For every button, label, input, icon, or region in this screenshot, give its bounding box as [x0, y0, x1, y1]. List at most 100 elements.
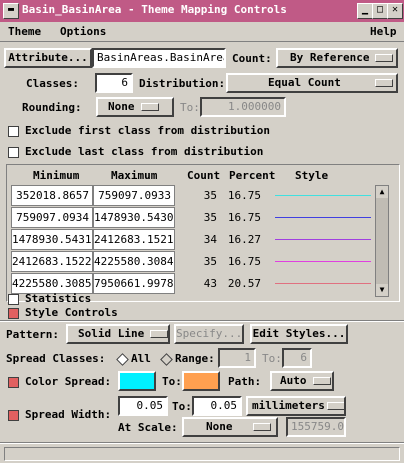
menu-help[interactable]: Help [370, 25, 397, 38]
title-bar: ▬ Basin_BasinArea - Theme Mapping Contro… [0, 0, 404, 22]
cell-minimum[interactable]: 4225580.3085 [11, 273, 93, 294]
exclude-last-checkbox[interactable]: Exclude last class from distribution [8, 145, 263, 158]
cell-count: 35 [203, 255, 217, 268]
count-select[interactable]: By Reference [276, 48, 398, 68]
col-header-minimum: Minimum [33, 169, 80, 182]
style-swatch[interactable] [275, 261, 371, 262]
width-from-field[interactable]: 0.05 [118, 396, 168, 416]
cell-count: 35 [203, 211, 217, 224]
radio-icon [116, 352, 129, 366]
edit-styles-button[interactable]: Edit Styles... [250, 324, 348, 344]
checkbox-icon [8, 146, 19, 158]
color-to-swatch[interactable] [182, 371, 220, 391]
table-row[interactable]: 2412683.1522 4225580.3084 35 16.75 [7, 251, 373, 272]
attribute-field[interactable]: BasinAreas.BasinArea [92, 48, 226, 68]
classes-field[interactable]: 6 [95, 73, 133, 93]
scroll-up-icon[interactable]: ▲ [376, 186, 388, 198]
dropdown-icon [326, 402, 344, 410]
color-to-label: To: [162, 375, 182, 388]
cell-minimum[interactable]: 1478930.5431 [11, 229, 93, 250]
exclude-first-checkbox[interactable]: Exclude first class from distribution [8, 124, 270, 137]
scale-value: None [206, 420, 233, 433]
cell-maximum[interactable]: 1478930.5430 [93, 207, 175, 228]
statistics-toggle[interactable]: Statistics [8, 292, 91, 305]
cell-percent: 16.75 [227, 211, 261, 224]
spread-all-radio[interactable]: All [116, 352, 151, 366]
cell-count: 35 [203, 189, 217, 202]
scale-select[interactable]: None [182, 417, 278, 437]
menu-bar: Theme Options Help [0, 22, 404, 42]
distribution-value: Equal Count [268, 76, 341, 89]
cell-minimum[interactable]: 2412683.1522 [11, 251, 93, 272]
cell-maximum[interactable]: 759097.0933 [93, 185, 175, 206]
cell-minimum[interactable]: 759097.0934 [11, 207, 93, 228]
cell-percent: 16.75 [227, 189, 261, 202]
style-swatch[interactable] [275, 239, 371, 240]
dropdown-icon [375, 54, 394, 62]
cell-maximum[interactable]: 2412683.1521 [93, 229, 175, 250]
classes-label: Classes: [26, 77, 79, 90]
window-menu-icon[interactable]: ▬ [3, 3, 19, 19]
spread-width-toggle[interactable]: Spread Width: [8, 408, 111, 421]
range-to-field[interactable]: 6 [282, 348, 312, 368]
table-row[interactable]: 759097.0934 1478930.5430 35 16.75 [7, 207, 373, 228]
pattern-select[interactable]: Solid Line [66, 324, 170, 344]
spread-classes-label: Spread Classes: [6, 352, 106, 365]
minimize-icon[interactable]: ▁ [357, 3, 373, 19]
dropdown-icon [252, 423, 271, 431]
pattern-label: Pattern: [6, 328, 59, 341]
path-label: Path: [228, 375, 262, 388]
table-row[interactable]: 1478930.5431 2412683.1521 34 16.27 [7, 229, 373, 250]
style-controls-label: Style Controls [25, 306, 118, 319]
scroll-down-icon[interactable]: ▼ [376, 284, 388, 296]
spread-range-radio[interactable]: Range: [160, 352, 215, 366]
checkbox-icon [8, 376, 19, 388]
class-table: Minimum Maximum Count Percent Style 3520… [6, 164, 400, 302]
units-select[interactable]: millimeters [246, 396, 346, 416]
attribute-button[interactable]: Attribute... [4, 48, 92, 68]
dropdown-icon [312, 377, 331, 385]
table-row[interactable]: 352018.8657 759097.0933 35 16.75 [7, 185, 373, 206]
menu-theme[interactable]: Theme [8, 25, 41, 38]
dropdown-icon [140, 103, 159, 111]
width-to-field[interactable]: 0.05 [192, 396, 242, 416]
units-value: millimeters [252, 399, 325, 412]
divider [0, 442, 404, 444]
table-scrollbar[interactable]: ▲ ▼ [375, 185, 389, 297]
scale-number-field[interactable]: 155759.0 [286, 417, 346, 437]
style-swatch[interactable] [275, 283, 371, 284]
cell-count: 43 [203, 277, 217, 290]
rounding-select[interactable]: None [96, 97, 174, 117]
status-bar [4, 447, 400, 461]
col-header-maximum: Maximum [111, 169, 158, 182]
table-row[interactable]: 4225580.3085 7950661.9978 43 20.57 [7, 273, 373, 294]
rounding-to-field[interactable]: 1.000000 [200, 97, 286, 117]
menu-options[interactable]: Options [60, 25, 106, 38]
path-select[interactable]: Auto [270, 371, 334, 391]
color-spread-toggle[interactable]: Color Spread: [8, 375, 111, 388]
rounding-value: None [108, 100, 135, 113]
close-icon[interactable]: ✕ [387, 3, 403, 19]
style-swatch[interactable] [275, 195, 371, 196]
style-controls-toggle[interactable]: Style Controls [8, 306, 118, 319]
count-value: By Reference [290, 51, 370, 64]
cell-maximum[interactable]: 7950661.9978 [93, 273, 175, 294]
distribution-select[interactable]: Equal Count [226, 73, 398, 93]
rounding-to-label: To: [180, 101, 200, 114]
specify-button[interactable]: Specify... [174, 324, 244, 344]
color-from-swatch[interactable] [118, 371, 156, 391]
range-from-field[interactable]: 1 [218, 348, 256, 368]
window-title: Basin_BasinArea - Theme Mapping Controls [22, 3, 287, 16]
maximize-icon[interactable]: □ [372, 3, 388, 19]
cell-maximum[interactable]: 4225580.3084 [93, 251, 175, 272]
cell-percent: 16.27 [227, 233, 261, 246]
count-label: Count: [232, 52, 272, 65]
style-swatch[interactable] [275, 217, 371, 218]
checkbox-icon [8, 307, 19, 319]
col-header-count: Count [187, 169, 221, 182]
cell-minimum[interactable]: 352018.8657 [11, 185, 93, 206]
checkbox-icon [8, 293, 19, 305]
col-header-style: Style [295, 169, 329, 182]
distribution-label: Distribution: [139, 77, 226, 90]
color-spread-label: Color Spread: [25, 375, 112, 388]
